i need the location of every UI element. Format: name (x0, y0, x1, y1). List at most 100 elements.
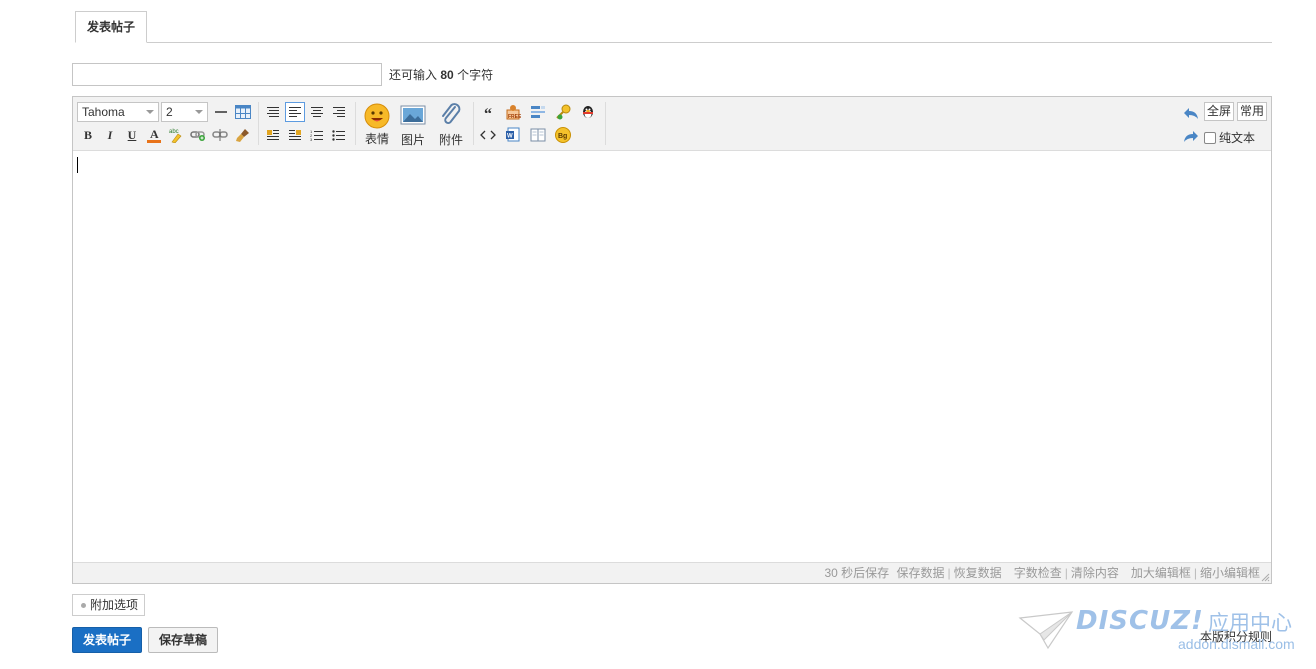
background-color-button[interactable]: abc (166, 125, 186, 145)
tab-new-post[interactable]: 发表帖子 (75, 11, 148, 43)
chevron-down-icon (146, 110, 154, 114)
attachment-button[interactable]: 附件 (435, 103, 467, 148)
rich-text-editor: Tahoma 2 B I U A abc 1 2 3 表情 图片 附件 “ FR… (72, 96, 1272, 584)
svg-text:A: A (150, 127, 159, 141)
ordered-list-button[interactable]: 123 (307, 125, 327, 145)
autosave-countdown: 30 秒后保存 (824, 566, 890, 580)
link-button[interactable] (188, 125, 208, 145)
underline-icon: U (127, 127, 137, 142)
editor-content-area[interactable] (73, 151, 1271, 563)
qq-penguin-icon (583, 106, 593, 118)
bold-button[interactable]: B (78, 125, 98, 145)
restore-data-link[interactable]: 恢复数据 (954, 566, 1002, 580)
hide-icon (531, 106, 545, 118)
subject-char-count: 80 (440, 68, 454, 82)
save-data-link[interactable]: 保存数据 (897, 566, 945, 580)
float-right-icon (289, 130, 301, 140)
redo-arrow-icon (1184, 131, 1198, 142)
float-right-button[interactable] (285, 125, 305, 145)
link-icon (190, 131, 205, 141)
bg-badge-icon: Bg (555, 127, 571, 143)
extra-options-button[interactable]: 附加选项 (72, 594, 146, 616)
paperclip-icon (442, 103, 461, 124)
common-toolbar-button[interactable]: 常用 (1237, 102, 1268, 121)
svg-text:abc: abc (169, 129, 179, 135)
qq-button[interactable] (578, 102, 598, 122)
free-content-button[interactable]: FREE (503, 102, 523, 122)
redo-button[interactable] (1181, 126, 1201, 146)
italic-icon: I (107, 127, 113, 142)
align-right-icon (333, 107, 345, 117)
italic-button[interactable]: I (100, 125, 120, 145)
bold-icon: B (83, 127, 92, 142)
table-button[interactable] (233, 102, 253, 122)
page-columns-icon (530, 128, 546, 142)
word-icon: W (506, 127, 520, 142)
table-icon (235, 105, 251, 119)
smiley-icon (364, 103, 390, 129)
quote-button[interactable]: “ (478, 102, 498, 123)
word-check-link[interactable]: 字数检查 (1014, 566, 1062, 580)
plain-text-toggle[interactable]: 纯文本 (1204, 129, 1255, 146)
resize-grip-icon[interactable] (1261, 573, 1270, 582)
svg-text:Bg: Bg (558, 133, 567, 140)
align-left-button[interactable] (285, 102, 305, 122)
post-tab-bar: 发表帖子 (75, 11, 1272, 43)
svg-text:W: W (507, 134, 513, 140)
chevron-down-icon (195, 110, 203, 114)
emoji-button[interactable]: 表情 (361, 103, 393, 147)
paper-plane-icon (1018, 611, 1074, 650)
key-icon (556, 104, 571, 120)
font-family-select[interactable]: Tahoma (77, 102, 159, 122)
subject-input[interactable] (72, 63, 382, 86)
page-break-button[interactable] (528, 125, 548, 145)
hr-icon (215, 111, 227, 113)
justify-button[interactable] (263, 102, 283, 122)
font-color-icon: A (147, 127, 161, 143)
svg-text:3: 3 (310, 137, 313, 141)
bullet-icon (81, 602, 86, 608)
submit-post-button[interactable]: 发表帖子 (72, 627, 142, 653)
unlink-icon (212, 129, 228, 141)
toolbar-separator (258, 102, 259, 145)
password-button[interactable] (553, 102, 573, 122)
font-color-button[interactable]: A (144, 125, 164, 145)
image-button[interactable]: 图片 (397, 103, 429, 148)
shrink-editor-link[interactable]: 缩小编辑框 (1200, 566, 1260, 580)
svg-text:FREE: FREE (508, 114, 521, 120)
image-icon (400, 105, 426, 125)
unlink-button[interactable] (210, 125, 230, 145)
justify-icon (267, 107, 279, 117)
align-center-button[interactable] (307, 102, 327, 122)
fullscreen-button[interactable]: 全屏 (1204, 102, 1235, 121)
undo-arrow-icon (1184, 108, 1198, 119)
hide-content-button[interactable] (528, 102, 548, 122)
paste-word-button[interactable]: W (503, 125, 523, 145)
ordered-list-icon: 123 (310, 129, 323, 141)
code-button[interactable] (478, 125, 498, 145)
float-left-icon (267, 130, 279, 140)
code-icon (480, 130, 496, 140)
plain-text-checkbox[interactable] (1204, 131, 1216, 144)
align-right-button[interactable] (329, 102, 349, 122)
underline-button[interactable]: U (122, 125, 142, 145)
enlarge-editor-link[interactable]: 加大编辑框 (1131, 566, 1191, 580)
font-size-select[interactable]: 2 (161, 102, 208, 122)
float-left-button[interactable] (263, 125, 283, 145)
credit-rules-link[interactable]: 本版积分规则 (1200, 628, 1272, 645)
editor-toolbar: Tahoma 2 B I U A abc 1 2 3 表情 图片 附件 “ FR… (73, 97, 1271, 151)
horizontal-rule-button[interactable] (211, 102, 231, 122)
background-button[interactable]: Bg (553, 125, 573, 145)
editor-statusbar: 30 秒后保存 保存数据 | 恢复数据 字数检查 | 清除内容 加大编辑框 | 缩小编辑框 (73, 562, 1271, 583)
quote-icon: “ (484, 106, 492, 123)
highlighter-icon: abc (169, 129, 182, 143)
undo-button[interactable] (1181, 103, 1201, 123)
save-draft-button[interactable]: 保存草稿 (148, 627, 218, 653)
remove-format-button[interactable] (233, 125, 253, 145)
unordered-list-icon (332, 130, 345, 141)
toolbar-separator (355, 102, 356, 145)
unordered-list-button[interactable] (329, 125, 349, 145)
align-center-icon (311, 107, 323, 117)
clear-content-link[interactable]: 清除内容 (1071, 566, 1119, 580)
toolbar-separator (605, 102, 606, 145)
